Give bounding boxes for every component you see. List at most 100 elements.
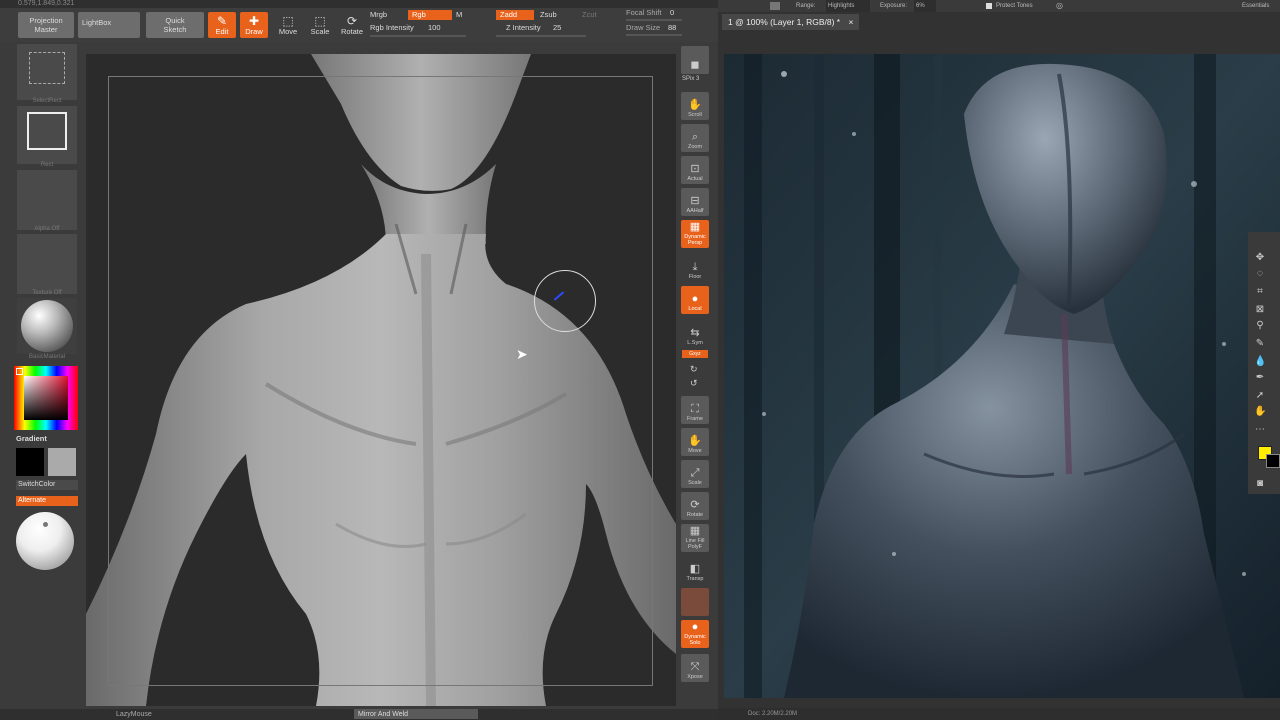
range-select[interactable]: Highlights — [826, 0, 870, 12]
protect-tones-checkbox[interactable] — [986, 3, 992, 9]
brush-preview-sphere[interactable] — [16, 512, 74, 570]
rotate-y-icon[interactable]: ↻ — [690, 364, 698, 375]
xyz-button[interactable]: Gxyz — [682, 350, 708, 358]
crop-tool-icon[interactable]: ⌗ — [1254, 286, 1266, 298]
color-square[interactable] — [24, 376, 68, 420]
aahalf-button[interactable]: ⊟ AAHalf — [681, 188, 709, 216]
move-view-button[interactable]: ✋ Move — [681, 428, 709, 456]
zbrush-canvas[interactable]: ➤ — [86, 54, 676, 706]
more-tools-icon[interactable]: ⋯ — [1254, 424, 1266, 436]
symmetry-icon: ⇆ — [690, 327, 700, 339]
close-tab-icon[interactable]: × — [848, 17, 853, 27]
blur-tool-icon[interactable]: 💧 — [1254, 356, 1266, 368]
main-color-swatch[interactable] — [16, 448, 44, 476]
ps-document-tab[interactable]: 1 @ 100% (Layer 1, RGB/8) * × — [722, 14, 860, 30]
polyframe-button[interactable]: ▦ Line Fill PolyF — [681, 524, 709, 552]
rect-label: Rect — [40, 162, 54, 168]
scale-view-button[interactable]: ⤢ Scale — [681, 460, 709, 488]
ghost-button[interactable] — [681, 588, 709, 616]
spix-button[interactable]: ◼ — [681, 46, 709, 74]
rect-icon — [27, 112, 67, 150]
zbrush-bottom-bar: LazyMouse Mirror And Weld — [0, 709, 718, 720]
lasso-tool-icon[interactable]: ◌ — [1254, 268, 1266, 280]
material-slot[interactable] — [17, 298, 77, 354]
draw-size-slider[interactable] — [626, 34, 682, 36]
gradient-label[interactable]: Gradient — [16, 434, 47, 443]
frame-button[interactable]: ⛶ Frame — [681, 396, 709, 424]
left-shelf: SelectRect Rect Alpha Off Texture Off Ba… — [14, 42, 80, 720]
quick-mask-icon[interactable]: ◙ — [1254, 478, 1266, 490]
ps-options-bar: Range: Highlights Exposure: 6% Protect T… — [718, 0, 1280, 12]
hand-tool-icon[interactable]: ✋ — [1254, 406, 1266, 418]
background-color-swatch[interactable] — [1266, 454, 1280, 468]
frame-icon: ⛶ — [691, 403, 699, 415]
draw-size-value[interactable]: 88 — [668, 23, 676, 33]
scroll-button[interactable]: ✋ Scroll — [681, 92, 709, 120]
zoom-button[interactable]: ⌕ Zoom — [681, 124, 709, 152]
rgb-intensity-value[interactable]: 100 — [428, 23, 441, 33]
zcut-toggle[interactable]: Zcut — [582, 10, 597, 20]
lightbox-button[interactable]: LightBox — [78, 12, 140, 38]
zsub-toggle[interactable]: Zsub — [540, 10, 557, 20]
mirror-weld-button[interactable]: Mirror And Weld — [354, 709, 478, 719]
zadd-toggle[interactable]: Zadd — [496, 10, 534, 20]
exposure-value[interactable]: 6% — [914, 0, 936, 12]
color-picker[interactable] — [14, 366, 78, 430]
document-frame — [108, 76, 653, 686]
actual-icon: ⊡ — [690, 163, 700, 175]
projection-master-button[interactable]: Projection Master — [18, 12, 74, 38]
rgb-intensity-slider[interactable] — [370, 35, 466, 37]
m-toggle[interactable]: M — [456, 10, 462, 20]
mrgb-toggle[interactable]: Mrgb — [370, 10, 387, 20]
zbrush-window: 0.579,1.849,0.321 Projection Master Ligh… — [0, 0, 718, 720]
select-rect-label: SelectRect — [32, 98, 62, 104]
ps-tools-panel: ✥ ◌ ⌗ ⊠ ⚲ ✎ 💧 ✒ ➚ ✋ ⋯ ◙ — [1248, 232, 1280, 494]
pen-tool-icon[interactable]: ✒ — [1254, 372, 1266, 384]
z-intensity-slider[interactable] — [496, 35, 586, 37]
persp-button[interactable]: ▦ Dynamic Persp — [681, 220, 709, 248]
lazymouse-label[interactable]: LazyMouse — [116, 709, 152, 720]
polyframe-icon: ▦ — [689, 525, 701, 537]
brush-preset-icon[interactable] — [770, 2, 780, 10]
quick-sketch-button[interactable]: Quick Sketch — [146, 12, 204, 38]
actual-button[interactable]: ⊡ Actual — [681, 156, 709, 184]
material-sphere-icon — [21, 300, 73, 352]
move-button[interactable]: ⬚ Move — [274, 12, 302, 38]
focal-shift-slider[interactable] — [626, 19, 682, 21]
workspace-select[interactable]: Essentials — [1242, 0, 1269, 12]
rect-stroke-slot[interactable] — [17, 106, 77, 164]
edit-button[interactable]: ✎ Edit — [208, 12, 236, 38]
stamp-tool-icon[interactable]: ⚲ — [1254, 320, 1266, 332]
alpha-slot[interactable] — [17, 170, 77, 230]
move-tool-icon[interactable]: ✥ — [1254, 252, 1266, 264]
scale-button[interactable]: ⬚ Scale — [306, 12, 334, 38]
floor-button[interactable]: ⤓ Floor — [681, 254, 709, 282]
rotate-icon: ⟳ — [346, 13, 358, 28]
draw-button[interactable]: ✚ Draw — [240, 12, 268, 38]
rotate-view-button[interactable]: ⟳ Rotate — [681, 492, 709, 520]
transp-button[interactable]: ◧ Transp — [681, 556, 709, 584]
z-intensity-value[interactable]: 25 — [553, 23, 561, 33]
switch-color-button[interactable]: SwitchColor — [16, 480, 78, 490]
brush-tool-icon[interactable]: ✎ — [1254, 338, 1266, 350]
frame-tool-icon[interactable]: ⊠ — [1254, 304, 1266, 316]
alternate-button[interactable]: Alternate — [16, 496, 78, 506]
lsym-button[interactable]: ⇆ L.Sym — [681, 320, 709, 348]
select-arrow-icon[interactable]: ➚ — [1254, 390, 1266, 402]
focal-shift-value[interactable]: 0 — [670, 8, 674, 18]
texture-slot[interactable] — [17, 234, 77, 294]
select-rect-slot[interactable] — [17, 44, 77, 100]
pressure-icon[interactable]: ◎ — [1056, 0, 1063, 12]
zbrush-top-toolbar: Projection Master LightBox Quick Sketch … — [0, 8, 718, 42]
xpose-button[interactable]: ⤧ Xpose — [681, 654, 709, 682]
exposure-label: Exposure: — [880, 3, 908, 9]
rotate-button[interactable]: ⟳ Rotate — [338, 12, 366, 38]
solo-button[interactable]: ● Dynamic Solo — [681, 620, 709, 648]
rotate-view-icon: ⟳ — [690, 499, 700, 511]
right-shelf: ◼ SPix 3 ✋ Scroll ⌕ Zoom ⊡ Actual ⊟ AAHa… — [678, 42, 712, 720]
secondary-color-swatch[interactable] — [48, 448, 76, 476]
rgb-toggle[interactable]: Rgb — [408, 10, 452, 20]
rotate-z-icon[interactable]: ↺ — [690, 378, 698, 389]
local-button[interactable]: ● Local — [681, 286, 709, 314]
move-hand-icon: ✋ — [688, 435, 702, 447]
